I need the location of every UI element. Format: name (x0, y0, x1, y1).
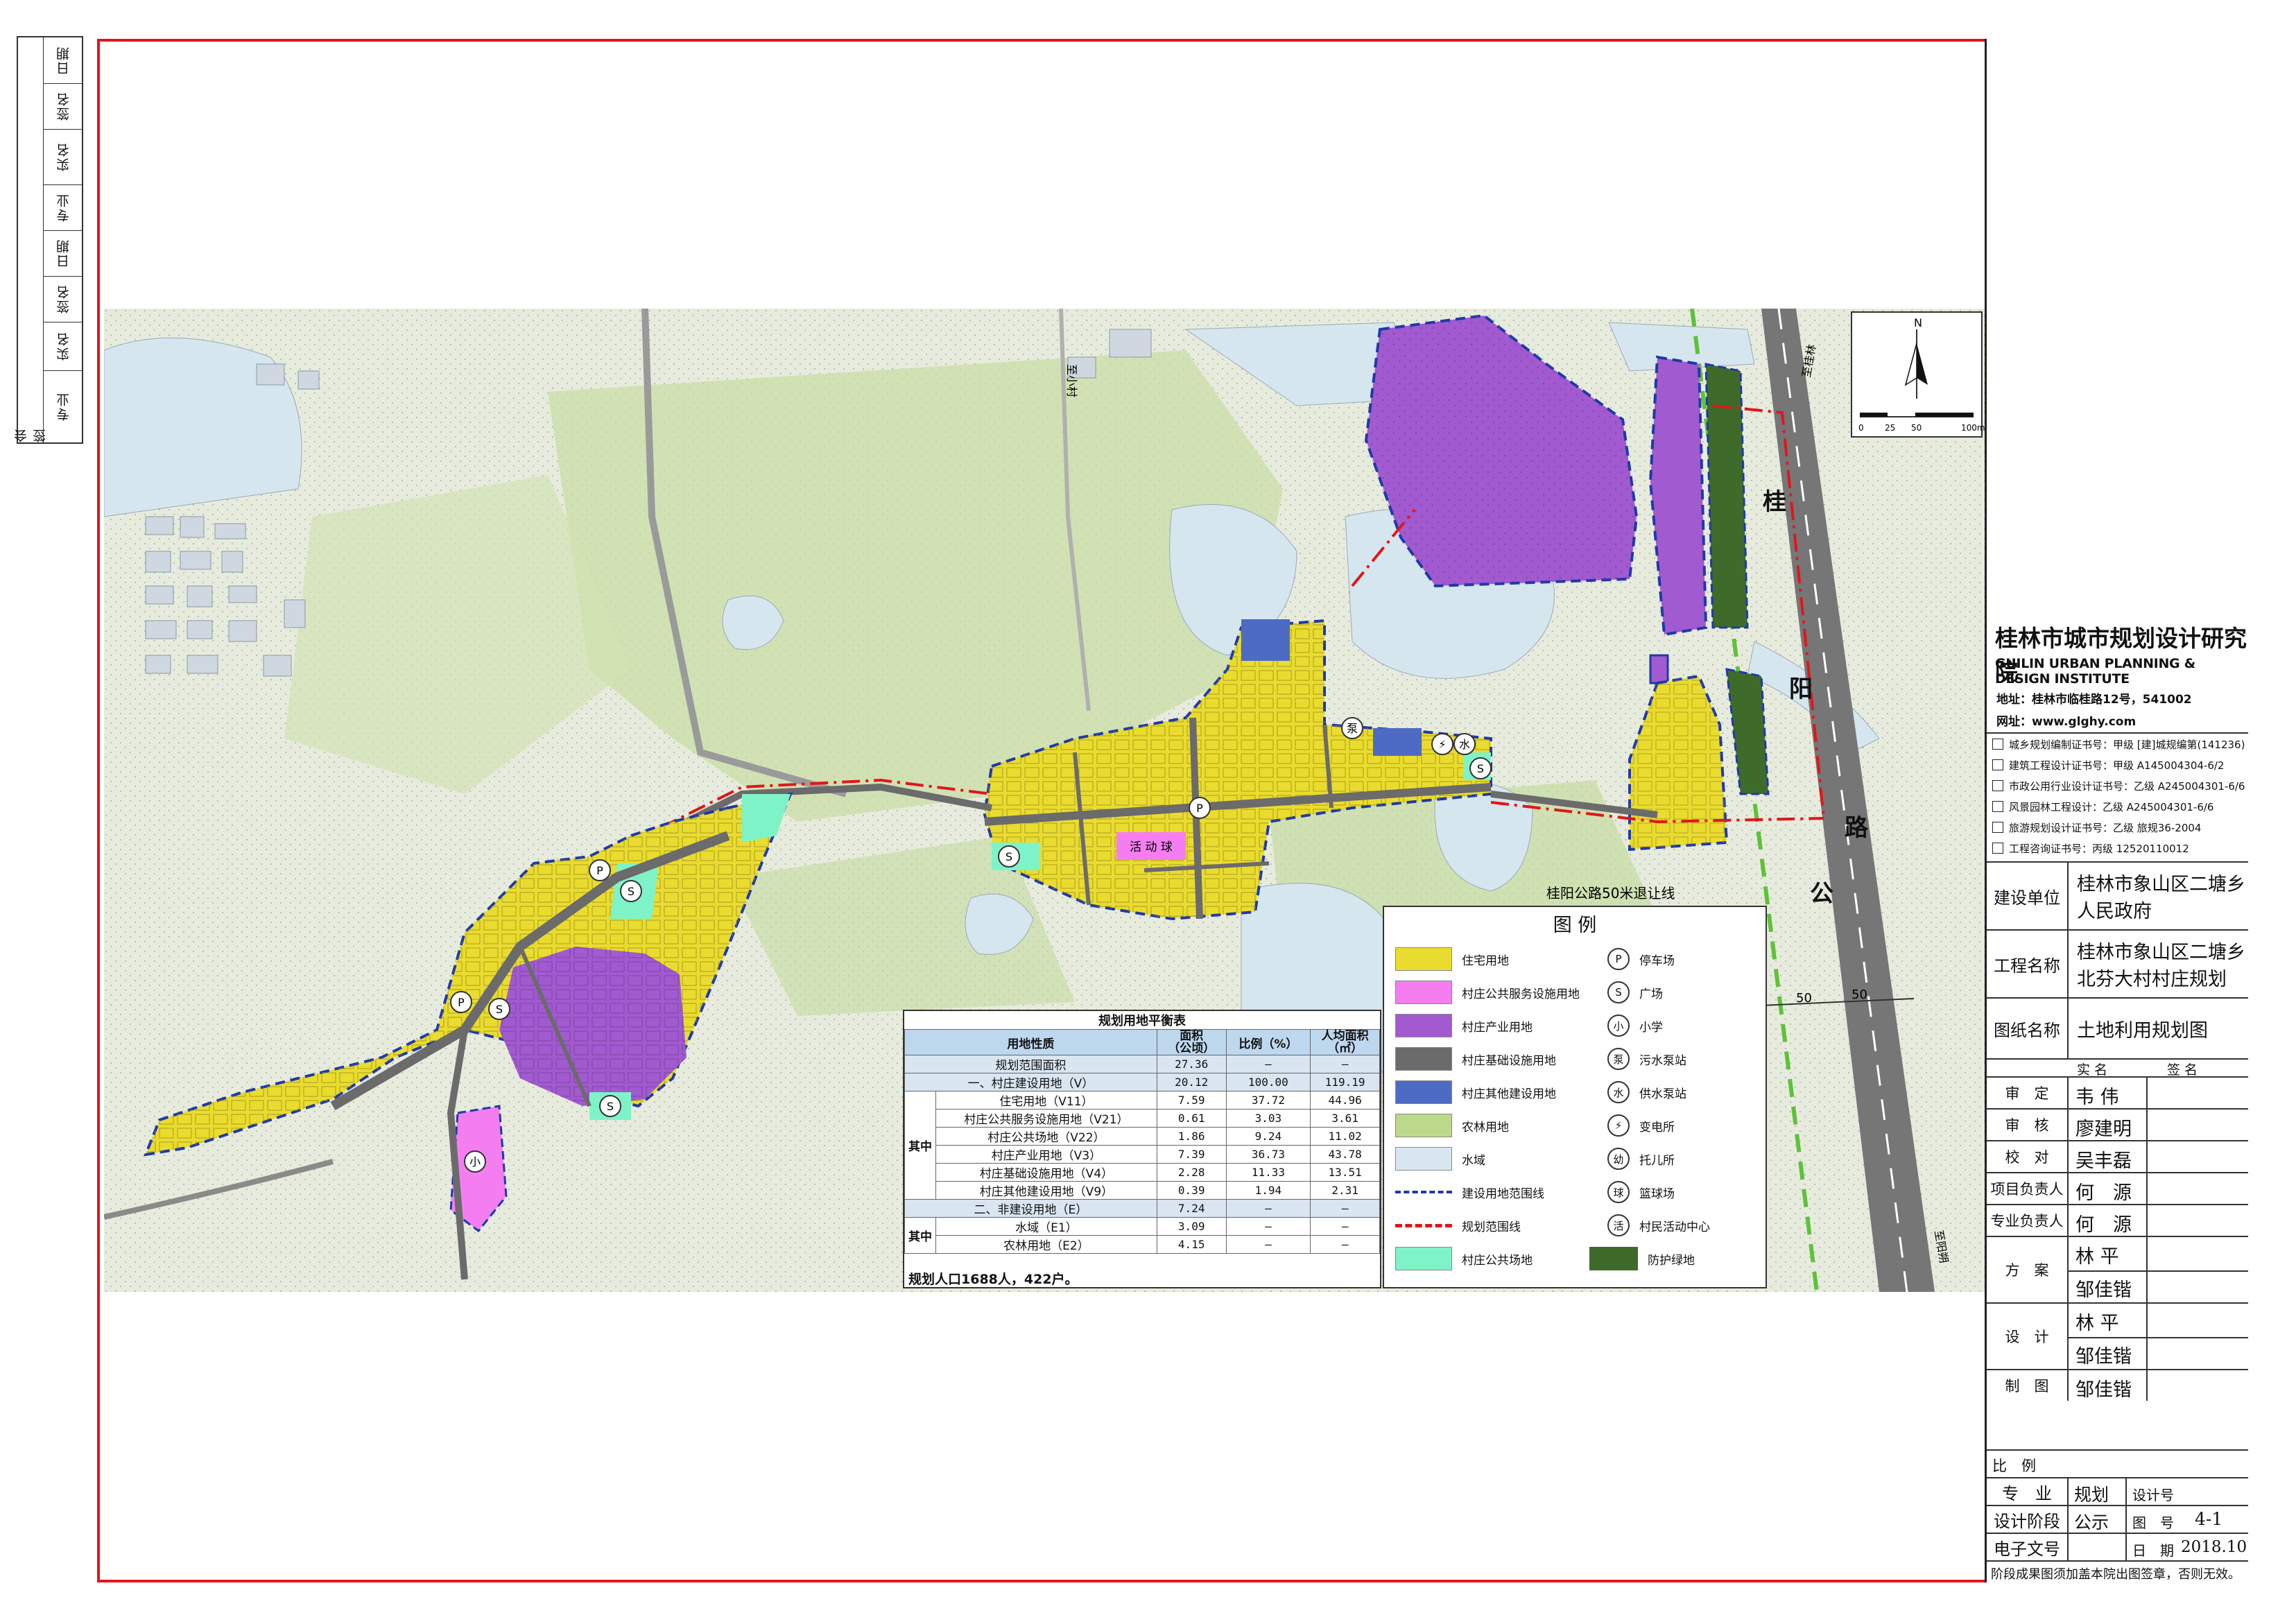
date-value: 2018.10 (2181, 1538, 2247, 1556)
discipline-value: 规划 (2074, 1485, 2109, 1505)
countersign-strip: 会签 日期 签名 实名 专业 日期 签名 实名 专业 (14, 36, 83, 444)
certificate-text: 风景园林工程设计：乙级 A245004301-6/6 (2009, 800, 2214, 813)
file-label: 电子文号 (1987, 1534, 2069, 1560)
scale-label: 比 例 (1992, 1458, 2036, 1474)
client-line-1: 桂林市象山区二塘乡 (2077, 874, 2245, 895)
project-label: 工程名称 (1987, 931, 2069, 997)
certificate-item: 建筑工程设计证书号：甲级 A145004304-6/2 (1992, 754, 2249, 775)
stage-row: 设计阶段 公示 图 号 4-1 (1987, 1505, 2248, 1533)
project-line-1: 桂林市象山区二塘乡 (2077, 942, 2245, 963)
certificate-item: 风景园林工程设计：乙级 A245004301-6/6 (1992, 796, 2249, 817)
countersign-row-discipline-2: 专业 (55, 193, 71, 222)
certificate-text: 旅游规划设计证书号：乙级 旅规36-2004 (2009, 821, 2202, 834)
institute-address: 地址：桂林市临桂路12号，541002 (1996, 693, 2192, 707)
certificate-item: 工程咨询证书号：丙级 12520110012 (1992, 838, 2249, 859)
countersign-row-discipline-1: 专业 (55, 392, 71, 421)
signoff-row: 审 定韦 伟 (1987, 1076, 2248, 1108)
countersign-row-date-2: 日期 (55, 46, 71, 75)
signoff-name: 何 源 (2075, 1214, 2132, 1236)
countersign-label-col: 会签 (14, 37, 48, 442)
checkbox-icon (1992, 759, 2003, 770)
signoff-role: 项目负责人 (1987, 1173, 2069, 1204)
signoff-row: 制 图邹佳锴 (1987, 1369, 2248, 1401)
signoff-role: 制 图 (1987, 1370, 2069, 1401)
drawing-name: 土地利用规划图 (2077, 1019, 2208, 1042)
title-block: 桂林市城市规划设计研究院 GUILIN URBAN PLANNING & DES… (1985, 39, 2248, 1582)
stage-label: 设计阶段 (1987, 1506, 2069, 1533)
certificate-item: 市政公用行业设计证书号：乙级 A245004301-6/6 (1992, 775, 2249, 796)
countersign-row-date-1: 日期 (55, 239, 71, 268)
certificate-list: 城乡规划编制证书号：甲级 [建]城规编第(141236) 建筑工程设计证书号：甲级… (1992, 734, 2249, 859)
signoff-row: 设 计林 平邹佳锴 (1987, 1302, 2248, 1369)
checkbox-icon (1992, 843, 2003, 854)
project-line-2: 北芬大村村庄规划 (2077, 969, 2227, 990)
countersign-row-name-1: 实名 (55, 331, 71, 361)
signoff-col-sign: 签 名 (2167, 1062, 2198, 1078)
signoff-role: 审 定 (1987, 1078, 2069, 1108)
signoff-name: 林 平 (2075, 1246, 2119, 1268)
client-line-2: 人民政府 (2077, 901, 2152, 922)
client-row: 建设单位 桂林市象山区二塘乡 人民政府 (1987, 861, 2248, 929)
institute-website: 网址：www.glghy.com (1996, 715, 2137, 729)
certificate-text: 建筑工程设计证书号：甲级 A145004304-6/2 (2009, 759, 2225, 772)
certificate-text: 市政公用行业设计证书号：乙级 A245004301-6/6 (2009, 779, 2245, 793)
signoff-name: 林 平 (2075, 1313, 2119, 1334)
signoff-role: 审 核 (1987, 1110, 2069, 1140)
signoff-role: 专业负责人 (1987, 1205, 2069, 1236)
footer-note: 阶段成果图须加盖本院出图签章，否则无效。 (1991, 1567, 2241, 1582)
stage-value: 公示 (2074, 1512, 2109, 1533)
checkbox-icon (1992, 739, 2003, 750)
signoff-row: 专业负责人何 源 (1987, 1204, 2248, 1236)
file-row: 电子文号 日 期 2018.10 (1987, 1533, 2248, 1560)
signoff-role: 设 计 (1987, 1304, 2069, 1369)
signoff-row: 审 核廖建明 (1987, 1108, 2248, 1140)
footer-row: 阶段成果图须加盖本院出图签章，否则无效。 (1987, 1560, 2248, 1582)
countersign-row-name-2: 实名 (55, 142, 71, 171)
institute-name-en: GUILIN URBAN PLANNING & DESIGN INSTITUTE (1995, 656, 2195, 687)
discipline-row: 专 业 规划 设计号 (1987, 1477, 2248, 1505)
signoff-name-2: 邹佳锴 (2075, 1279, 2132, 1301)
signoff-name: 吴丰磊 (2075, 1150, 2132, 1172)
signoff-col-name: 实 名 (2077, 1062, 2108, 1078)
countersign-row-sign-1: 签名 (55, 284, 71, 313)
signoff-name: 邹佳锴 (2075, 1379, 2132, 1401)
certificate-text: 城乡规划编制证书号：甲级 [建]城规编第(141236) (2009, 738, 2245, 751)
certificate-item: 城乡规划编制证书号：甲级 [建]城规编第(141236) (1992, 734, 2249, 754)
signoff-name: 何 源 (2075, 1182, 2132, 1204)
design-no-label: 设计号 (2132, 1487, 2174, 1503)
sheet-label: 图 号 (2132, 1515, 2174, 1531)
signoff-name: 廖建明 (2075, 1119, 2132, 1140)
drawing-frame (97, 39, 2248, 1582)
signoff-role: 方 案 (1987, 1237, 2069, 1302)
signoff-name-2: 邹佳锴 (2075, 1346, 2132, 1368)
countersign-rows: 日期 签名 实名 专业 日期 签名 实名 专业 (43, 37, 83, 442)
drawing-row: 图纸名称 土地利用规划图 (1987, 997, 2248, 1058)
project-row: 工程名称 桂林市象山区二塘乡 北芬大村村庄规划 (1987, 929, 2248, 997)
discipline-label: 专 业 (1987, 1478, 2069, 1505)
sheet-value: 4-1 (2195, 1509, 2223, 1529)
checkbox-icon (1992, 780, 2003, 791)
client-label: 建设单位 (1987, 863, 2069, 929)
signoff-row: 校 对吴丰磊 (1987, 1140, 2248, 1172)
checkbox-icon (1992, 822, 2003, 833)
scale-row: 比 例 (1987, 1449, 2248, 1477)
date-label: 日 期 (2132, 1542, 2174, 1559)
countersign-row-sign-2: 签名 (55, 92, 71, 121)
checkbox-icon (1992, 801, 2003, 812)
signoff-row: 项目负责人何 源 (1987, 1172, 2248, 1204)
signoff-name: 韦 伟 (2075, 1087, 2119, 1108)
signoff-role: 校 对 (1987, 1141, 2069, 1172)
certificate-item: 旅游规划设计证书号：乙级 旅规36-2004 (1992, 817, 2249, 838)
certificate-text: 工程咨询证书号：丙级 12520110012 (2009, 842, 2189, 855)
signoff-header: 实 名 签 名 (1987, 1058, 2248, 1078)
drawing-label: 图纸名称 (1987, 999, 2069, 1058)
signoff-row: 方 案林 平邹佳锴 (1987, 1236, 2248, 1302)
